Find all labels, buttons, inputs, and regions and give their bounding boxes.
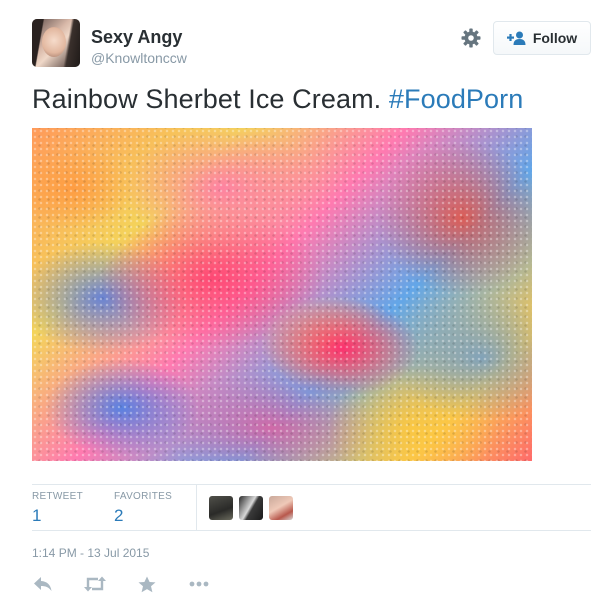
tweet-photo[interactable] (32, 128, 532, 461)
favoriter-avatars (209, 496, 293, 520)
user-handle[interactable]: @Knowltonccw (91, 50, 187, 66)
more-icon[interactable] (188, 574, 210, 594)
add-user-icon (506, 31, 527, 45)
avatar-hair (32, 19, 80, 67)
favorites-count[interactable]: 2 (114, 506, 172, 526)
retweet-icon[interactable] (84, 574, 106, 594)
star-icon[interactable] (136, 574, 158, 594)
favoriter-avatar[interactable] (239, 496, 263, 520)
tweet-timestamp[interactable]: 1:14 PM - 13 Jul 2015 (32, 546, 149, 560)
favoriter-avatar[interactable] (269, 496, 293, 520)
avatar[interactable] (32, 19, 80, 67)
follow-button[interactable]: Follow (493, 21, 591, 55)
photo-texture (32, 128, 532, 461)
tweet-body: Rainbow Sherbet Ice Cream. (32, 84, 382, 114)
favorites-stat-label: FAVORITES (114, 491, 173, 502)
retweet-stat-label: RETWEET (32, 491, 83, 502)
hashtag-link[interactable]: #FoodPorn (389, 84, 524, 114)
tweet-text: Rainbow Sherbet Ice Cream. #FoodPorn (32, 84, 523, 115)
tweet-actions (32, 574, 210, 594)
gear-icon[interactable] (460, 27, 482, 49)
user-name[interactable]: Sexy Angy (91, 27, 182, 48)
reply-icon[interactable] (32, 574, 54, 594)
follow-button-label: Follow (532, 30, 578, 46)
stats-divider-top (32, 484, 591, 485)
favorites-stat[interactable]: FAVORITES 2 (114, 491, 172, 526)
tweet-card: Sexy Angy @Knowltonccw Follow Rainbow Sh… (0, 0, 616, 609)
stats-separator (196, 485, 197, 530)
stats-divider-bottom (32, 530, 591, 531)
retweet-count[interactable]: 1 (32, 506, 83, 526)
favoriter-avatar[interactable] (209, 496, 233, 520)
retweet-stat[interactable]: RETWEET 1 (32, 491, 83, 526)
